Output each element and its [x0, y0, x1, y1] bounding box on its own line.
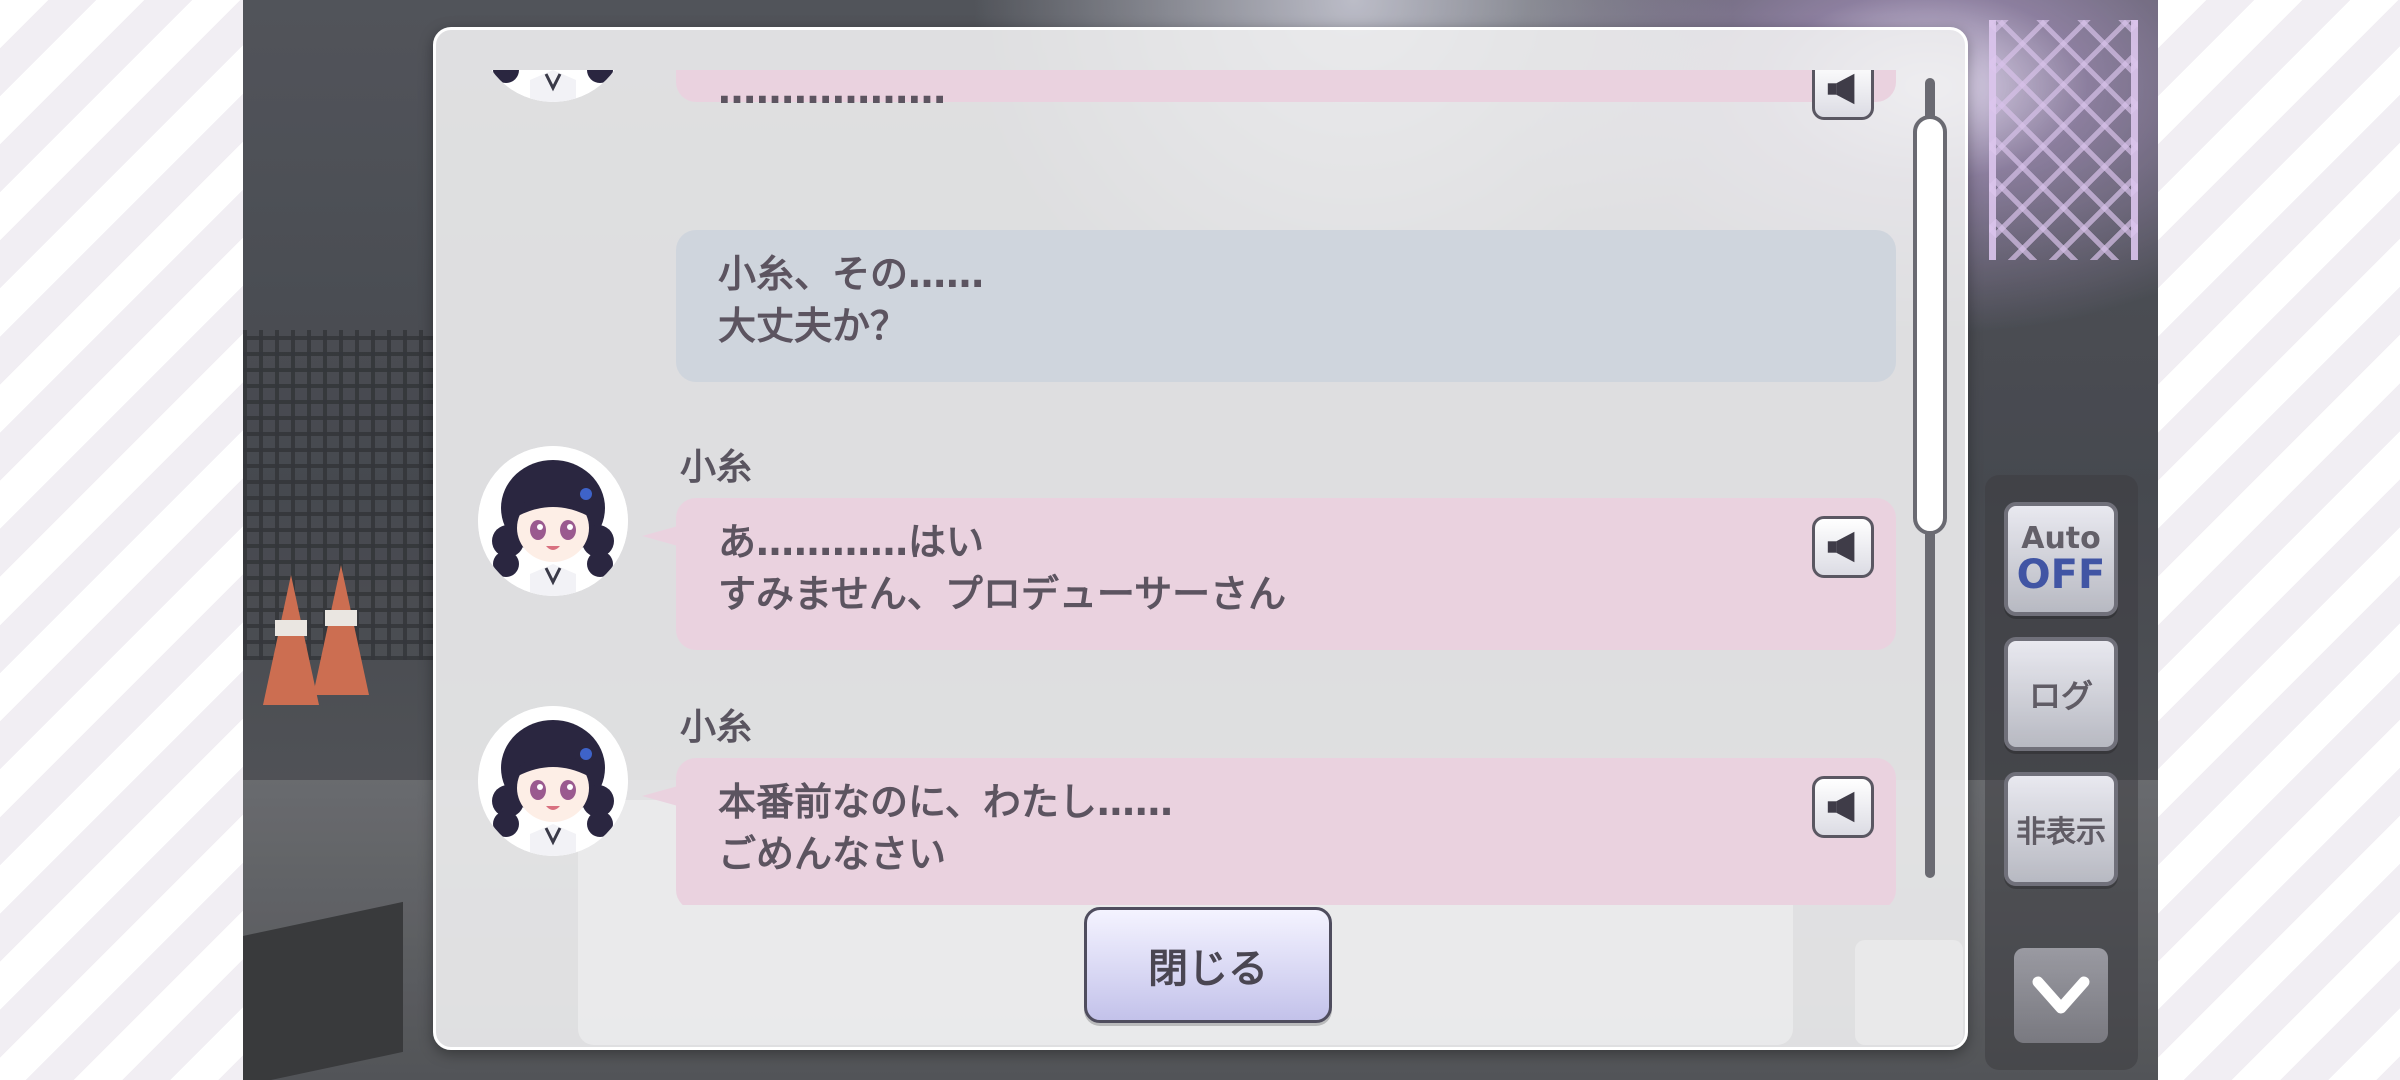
speaker-avatar — [478, 70, 628, 102]
koito-avatar-art — [478, 706, 628, 856]
voice-replay-button[interactable] — [1812, 70, 1874, 120]
koito-avatar-art — [478, 446, 628, 596]
dialogue-line: すみません、プロデューサーさん — [718, 572, 1287, 616]
log-modal: ……………… 小糸、その…… 大丈夫か？ 小糸 あ…………はい すみません、プロデュー… — [433, 27, 1968, 1050]
producer-dialogue-bubble: 小糸、その…… 大丈夫か？ — [676, 230, 1896, 382]
idol-dialogue-bubble: 本番前なのに、わたし…… ごめんなさい — [642, 758, 1896, 905]
left-margin-pattern — [0, 0, 243, 1080]
idol-dialogue-bubble: あ…………はいすみません、プロデューサーさん — [642, 498, 1896, 650]
speaker-name: 小糸 — [680, 707, 753, 748]
close-button[interactable]: 閉じる — [1084, 907, 1332, 1023]
dialogue-line: 大丈夫か？ — [718, 304, 909, 348]
speaker-avatar — [478, 446, 628, 596]
speaker-play-icon — [1824, 788, 1862, 826]
koito-avatar-art — [491, 70, 615, 102]
dialogue-line: 本番前なのに、わたし…… — [718, 780, 1173, 824]
speaker-play-icon — [1824, 70, 1862, 108]
speaker-play-icon — [1824, 528, 1862, 566]
speaker-avatar — [478, 706, 628, 856]
dialogue-line: ごめんなさい — [718, 832, 947, 876]
dialogue-line: 小糸、その…… — [718, 252, 985, 296]
log-list[interactable]: ……………… 小糸、その…… 大丈夫か？ 小糸 あ…………はい すみません、プロデュー… — [436, 70, 1936, 905]
idol-dialogue-bubble: ……………… — [676, 70, 1896, 120]
voice-replay-button[interactable] — [1812, 516, 1874, 578]
right-margin-pattern — [2158, 0, 2400, 1080]
voice-replay-button[interactable] — [1812, 776, 1874, 838]
dialogue-line: あ…………はい — [718, 520, 985, 564]
speaker-name: 小糸 — [680, 447, 753, 488]
dialogue-line: ……………… — [718, 70, 946, 112]
scrollbar-thumb[interactable] — [1913, 115, 1947, 535]
